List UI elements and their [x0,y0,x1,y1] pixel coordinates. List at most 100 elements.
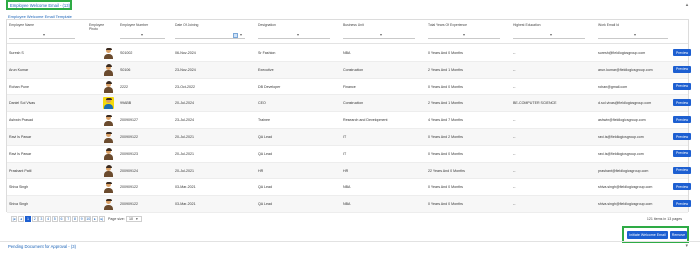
business-unit-cell: Finance [343,84,356,89]
page-size-select[interactable]: 10 ▾ [126,216,142,222]
pager-page-button[interactable]: 1 [25,216,31,222]
work-email-cell: shiva.singh@fieldlogicsgroup.com [598,202,653,207]
employee-name-cell: Arun Kumar [9,67,29,72]
education-cell: -- [513,168,516,173]
section-header[interactable]: Employee Welcome Email - (13) ▴ [4,0,696,10]
education-cell: -- [513,202,516,207]
avatar [103,198,114,211]
filter-icon[interactable]: ▾ [634,32,636,38]
pager-info: 121 items in 13 pages [646,217,682,221]
experience-cell: 0 Years And 0 Months [428,51,463,55]
filter-icon[interactable]: ▾ [297,32,299,38]
business-unit-cell: IT [343,135,347,139]
table-row[interactable]: Ravi Is Pawar 200909122 20-Jul-2021 QA Lead… [7,129,691,146]
grid-header: Employee Name Employee Photo Employee Nu… [7,20,688,44]
page-size-value: 10 [129,217,133,221]
col-employee-number[interactable]: Employee Number [120,23,148,27]
divider [0,241,700,242]
avatar-body [104,187,113,194]
preview-button[interactable]: Preview [673,65,691,73]
business-unit-cell: NBA [343,202,351,207]
col-highest-education[interactable]: Highest Education [513,23,541,27]
filter-icon[interactable]: ▾ [240,32,242,38]
avatar-hair [105,81,112,84]
designation-cell: HR [258,168,264,173]
table-row[interactable]: Arun Kumar S0106 23-Nov-2024 Executive Const… [7,61,691,79]
business-unit-cell: IT [343,151,347,156]
filter-business-unit[interactable] [343,33,415,39]
pending-documents-section-title[interactable]: Pending Document for Approval - (3) [8,244,76,249]
initiate-welcome-email-button[interactable]: Initiate Welcome Email [627,231,668,239]
pager-page-button[interactable]: 10 [85,216,92,222]
avatar-body [104,53,113,59]
table-row[interactable]: Rohan Pune 2222 23-Oct-2022 DB Developer Fin… [7,79,691,96]
table-row[interactable]: Shiva Singh 200909122 03-Mar-2021 QA Lead NB… [7,179,691,197]
filter-work-email[interactable] [598,33,668,39]
col-total-experience[interactable]: Total Years Of Experience [428,23,467,27]
employee-name-cell: Ravi Is Pawar [9,151,32,156]
pager-last-button[interactable]: ▸| [99,216,105,222]
designation-cell: QA Lead [258,202,272,207]
chevron-down-icon[interactable]: ▾ [685,243,688,249]
preview-button[interactable]: Preview [673,149,691,157]
employee-grid: Employee Name Employee Photo Employee Nu… [6,19,691,222]
col-business-unit[interactable]: Business Unit [343,23,364,27]
date-of-joining-cell: 23-Nov-2024 [175,67,196,72]
preview-button[interactable]: Preview [673,116,691,124]
preview-button[interactable]: Preview [673,82,691,90]
pager-page-button[interactable]: 9 [78,216,85,222]
preview-button[interactable]: Preview [673,166,691,174]
filter-icon[interactable]: ▾ [380,32,382,38]
filter-icon[interactable]: ▾ [463,32,465,38]
pager-page-button[interactable]: 6 [58,216,65,222]
avatar [103,148,114,160]
avatar-hair [105,148,112,151]
pager-page-button[interactable]: 8 [71,216,78,222]
business-unit-cell: NBA [343,185,351,190]
filter-designation[interactable] [258,33,330,39]
col-work-email[interactable]: Work Email Id [598,23,619,27]
table-row[interactable]: Suresh S S01002 06-Nov-2024 Sr Fashion NBA 0 … [7,45,691,62]
calendar-icon[interactable] [233,33,238,38]
col-date-of-joining[interactable]: Date Of Joining [175,23,198,27]
preview-button[interactable]: Preview [673,183,691,191]
pager-page-button[interactable]: 4 [45,216,52,222]
table-row[interactable]: Ashwin Prasad 200909127 23-Jul-2024 Trainee… [7,112,691,129]
avatar [103,181,114,194]
avatar [103,165,114,177]
date-of-joining-cell: 20-Jul-2024 [175,101,194,106]
avatar [103,64,114,76]
filter-icon[interactable]: ▾ [141,32,143,38]
pager-page-button[interactable]: 7 [65,216,72,222]
filter-employee-name[interactable] [9,33,75,39]
section-title[interactable]: Employee Welcome Email - (13) [6,0,72,10]
col-employee-photo[interactable]: Employee Photo [89,23,104,31]
experience-cell: 2 Years And 1 Months [428,67,463,72]
preview-button[interactable]: Preview [673,99,691,107]
business-unit-cell: HR [343,168,349,173]
pager-prev-button[interactable]: ◂ [18,216,24,222]
table-row[interactable]: Daniel Sol Vivas 99ABB 20-Jul-2024 CEO Const… [7,95,691,113]
preview-button[interactable]: Preview [673,49,691,56]
pager-first-button[interactable]: |◂ [11,216,17,222]
chevron-up-icon[interactable]: ▴ [684,2,690,8]
pager-page-button[interactable]: 2 [31,216,38,222]
pager-next-button[interactable]: ▸ [92,216,98,222]
table-row[interactable]: Ravi Is Pawar 200909123 20-Jul-2021 QA Lead… [7,146,691,163]
pager-page-button[interactable]: 3 [38,216,45,222]
table-row[interactable]: Prashant Patil 200909124 20-Jul-2021 HR HR 22… [7,162,691,180]
col-designation[interactable]: Designation [258,23,276,27]
remove-button[interactable]: Remove [670,231,687,239]
avatar [103,97,114,110]
preview-button[interactable]: Preview [673,200,691,208]
business-unit-cell: Construction [343,101,364,106]
filter-icon[interactable]: ▾ [550,32,552,38]
avatar [103,131,114,143]
col-employee-name[interactable]: Employee Name [9,23,34,27]
pager-page-button[interactable]: 5 [51,216,58,222]
table-row[interactable]: Shiva Singh 200909122 03-Mar-2021 QA Lead NB… [7,196,691,213]
filter-icon[interactable]: ▾ [43,32,45,38]
filter-highest-education[interactable] [513,33,585,39]
avatar-hair [105,47,112,50]
preview-button[interactable]: Preview [673,133,691,140]
